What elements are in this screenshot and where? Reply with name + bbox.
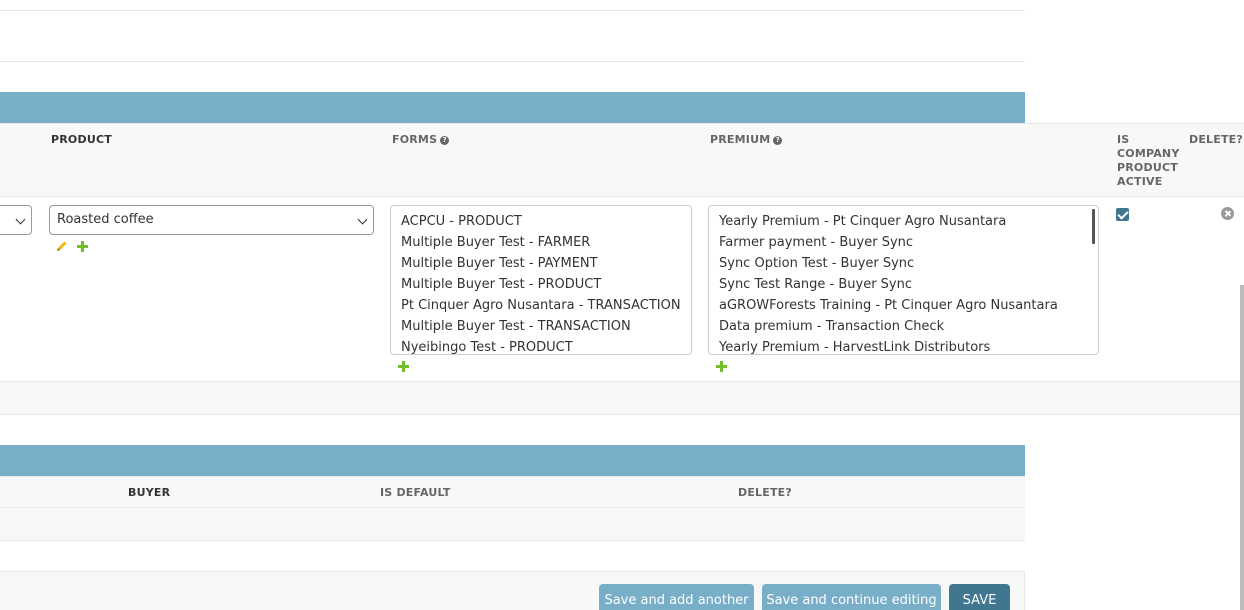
product-select[interactable]: Roasted coffee [49,205,374,235]
premium-option[interactable]: Sync Test Range - Buyer Sync [709,274,1098,295]
add-row-strip [0,508,1025,541]
premium-header-label: PREMIUM [710,133,771,146]
header-line: IS [1117,133,1130,146]
column-header-buyer: BUYER [128,486,171,499]
forms-option[interactable]: Nyeibingo Test - PRODUCT [391,337,691,354]
add-row-strip [0,381,1244,415]
product-table-header [0,123,1244,197]
question-circle-icon[interactable]: ? [773,136,783,145]
product-select-value: Roasted coffee [57,212,154,227]
forms-option[interactable]: ACPCU - PRODUCT [391,211,691,232]
save-and-continue-editing-button[interactable]: Save and continue editing [762,584,941,610]
column-header-delete: DELETE? [1189,133,1243,146]
premium-option[interactable]: Farmer payment - Buyer Sync [709,232,1098,253]
header-line: ACTIVE [1117,175,1163,188]
premium-multiselect[interactable]: Yearly Premium - Pt Cinquer Agro Nusanta… [708,205,1099,355]
is-company-product-active-checkbox[interactable] [1116,208,1129,221]
listbox-scrollbar[interactable] [1092,209,1095,244]
column-header-forms: FORMS? [392,133,450,146]
column-header-is-company-product-active: IS COMPANY PRODUCT ACTIVE [1117,133,1180,189]
header-line: COMPANY [1117,147,1180,160]
divider [0,61,1025,62]
premium-option[interactable]: Yearly Premium - HarvestLink Distributor… [709,337,1098,354]
premium-option[interactable]: Data premium - Transaction Check [709,316,1098,337]
question-circle-icon[interactable]: ? [440,136,450,145]
column-header-delete: DELETE? [738,486,792,499]
forms-option[interactable]: Multiple Buyer Test - FARMER [391,232,691,253]
partial-select[interactable] [0,205,32,235]
forms-option[interactable]: Multiple Buyer Test - PAYMENT [391,253,691,274]
add-form-icon[interactable] [398,361,409,372]
divider [0,10,1025,11]
premium-option[interactable]: aGROWForests Training - Pt Cinquer Agro … [709,295,1098,316]
chevron-down-icon [15,214,26,225]
inline-header-band [0,445,1025,476]
forms-option[interactable]: Pt Cinquer Agro Nusantara - TRANSACTION [391,295,691,316]
column-header-premium: PREMIUM? [710,133,783,146]
header-line: PRODUCT [1117,161,1178,174]
forms-header-label: FORMS [392,133,438,146]
premium-option[interactable]: Sync Option Test - Buyer Sync [709,253,1098,274]
save-button[interactable]: SAVE [949,584,1010,610]
add-product-icon[interactable] [77,241,88,252]
inline-header-band [0,92,1025,123]
premium-option[interactable]: Yearly Premium - Pt Cinquer Agro Nusanta… [709,211,1098,232]
forms-option[interactable]: Multiple Buyer Test - TRANSACTION [391,316,691,337]
save-and-add-another-button[interactable]: Save and add another [599,584,754,610]
column-header-is-default: IS DEFAULT [380,486,451,499]
add-premium-icon[interactable] [716,361,727,372]
chevron-down-icon [357,214,368,225]
pencil-icon[interactable] [56,240,68,252]
forms-multiselect[interactable]: ACPCU - PRODUCT Multiple Buyer Test - FA… [390,205,692,355]
column-header-product: PRODUCT [51,133,112,146]
delete-x-icon[interactable] [1221,207,1234,220]
forms-option[interactable]: Multiple Buyer Test - PRODUCT [391,274,691,295]
page-scrollbar[interactable] [1240,285,1244,610]
